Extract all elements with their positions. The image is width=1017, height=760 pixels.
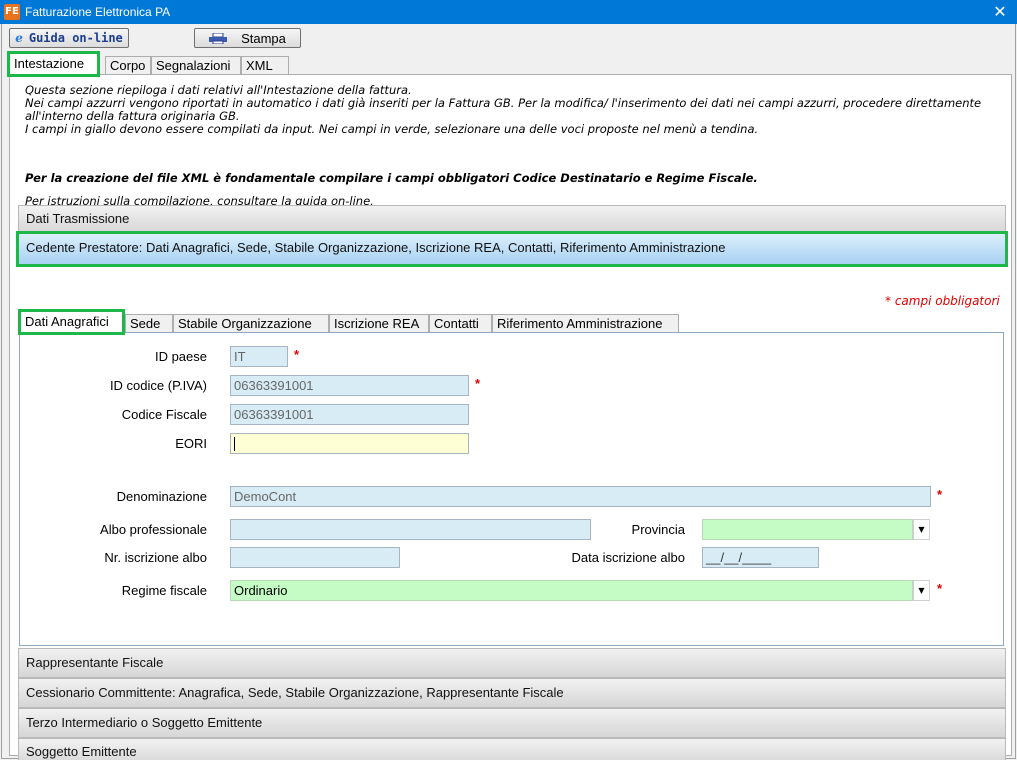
tab-xml[interactable]: XML	[241, 56, 289, 75]
id-paese-field[interactable]: IT	[230, 346, 288, 367]
window-body: e Guida on-line Stampa Intestazione Corp…	[1, 24, 1016, 760]
albo-label: Albo professionale	[100, 522, 207, 537]
section-dati-trasmissione[interactable]: Dati Trasmissione	[18, 205, 1006, 233]
tab-intestazione[interactable]: Intestazione	[7, 51, 100, 77]
tab-iscrizione-rea[interactable]: Iscrizione REA	[329, 314, 429, 333]
guida-online-button[interactable]: e Guida on-line	[9, 28, 129, 48]
regime-fiscale-label: Regime fiscale	[121, 583, 207, 598]
id-codice-field[interactable]: 06363391001	[230, 375, 469, 396]
data-iscrizione-field[interactable]: __/__/____	[702, 547, 819, 568]
eori-label: EORI	[175, 436, 207, 451]
id-codice-label: ID codice (P.IVA)	[109, 378, 207, 393]
close-button[interactable]: ✕	[983, 0, 1017, 24]
section-rappresentante-fiscale[interactable]: Rappresentante Fiscale	[18, 648, 1006, 678]
required-note: * campi obbligatori	[885, 294, 1000, 308]
tab-dati-anagrafici[interactable]: Dati Anagrafici	[18, 309, 125, 335]
codice-fiscale-field[interactable]: 06363391001	[230, 404, 469, 425]
required-mark: *	[294, 347, 300, 362]
tab-corpo[interactable]: Corpo	[105, 56, 151, 75]
regime-fiscale-select[interactable]: Ordinario	[230, 580, 913, 601]
tab-stabile-organizzazione[interactable]: Stabile Organizzazione	[173, 314, 329, 333]
stampa-button[interactable]: Stampa	[194, 28, 301, 48]
section-terzo-intermediario[interactable]: Terzo Intermediario o Soggetto Emittente	[18, 708, 1006, 738]
guida-online-label: Guida on-line	[28, 31, 123, 45]
codice-fiscale-label: Codice Fiscale	[121, 407, 207, 422]
intestazione-panel: Questa sezione riepiloga i dati relativi…	[9, 74, 1012, 760]
tab-riferimento-amministrazione[interactable]: Riferimento Amministrazione	[492, 314, 679, 333]
text-cursor	[234, 437, 235, 451]
nr-iscrizione-label: Nr. iscrizione albo	[104, 550, 207, 565]
tab-segnalazioni[interactable]: Segnalazioni	[151, 56, 241, 75]
required-mark: *	[937, 581, 943, 596]
tab-contatti[interactable]: Contatti	[429, 314, 492, 333]
denominazione-field[interactable]: DemoCont	[230, 486, 931, 507]
provincia-dropdown-arrow-icon[interactable]: ▼	[913, 519, 930, 540]
provincia-label: Provincia	[631, 522, 685, 537]
denominazione-label: Denominazione	[116, 489, 207, 504]
title-bar: FE Fatturazione Elettronica PA ✕	[0, 0, 1017, 24]
required-mark: *	[937, 487, 943, 502]
dati-anagrafici-panel: ID paese IT * ID codice (P.IVA) 06363391…	[19, 332, 1004, 646]
section-cedente-prestatore[interactable]: Cedente Prestatore: Dati Anagrafici, Sed…	[16, 231, 1008, 267]
section-soggetto-emittente[interactable]: Soggetto Emittente	[18, 738, 1006, 760]
info-line: I campi in giallo devono essere compilat…	[25, 122, 759, 136]
window-title: Fatturazione Elettronica PA	[25, 5, 171, 19]
id-paese-label: ID paese	[154, 349, 207, 364]
app-icon: FE	[4, 4, 20, 20]
section-cessionario-committente[interactable]: Cessionario Committente: Anagrafica, Sed…	[18, 678, 1006, 708]
info-text: Questa sezione riepiloga i dati relativi…	[25, 84, 985, 136]
nr-iscrizione-field[interactable]	[230, 547, 400, 568]
provincia-select[interactable]	[702, 519, 913, 540]
stampa-label: Stampa	[241, 30, 286, 46]
required-mark: *	[475, 376, 481, 391]
info-bold-text: Per la creazione del file XML è fondamen…	[25, 171, 758, 185]
eori-input[interactable]	[230, 433, 469, 454]
tab-sede[interactable]: Sede	[125, 314, 173, 333]
printer-icon	[209, 32, 228, 44]
albo-field[interactable]	[230, 519, 591, 540]
regime-fiscale-dropdown-arrow-icon[interactable]: ▼	[913, 580, 930, 601]
data-iscrizione-label: Data iscrizione albo	[571, 550, 685, 565]
browser-e-icon: e	[15, 31, 23, 45]
